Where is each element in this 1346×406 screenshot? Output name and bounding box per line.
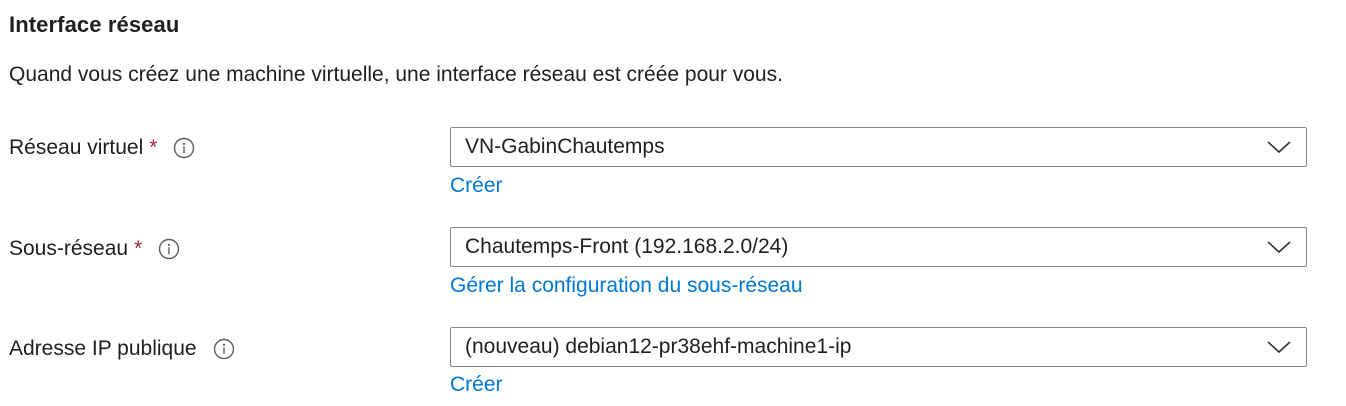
create-virtual-network-link[interactable]: Créer: [450, 174, 503, 198]
subnet-dropdown[interactable]: Chautemps-Front (192.168.2.0/24): [450, 227, 1307, 267]
virtual-network-label-row: Réseau virtuel *: [9, 128, 195, 168]
subnet-label: Sous-réseau: [9, 237, 129, 260]
public-ip-label: Adresse IP publique: [9, 337, 197, 360]
public-ip-dropdown[interactable]: (nouveau) debian12-pr38ehf-machine1-ip: [450, 327, 1307, 367]
chevron-down-icon: [1267, 341, 1291, 354]
subnet-value: Chautemps-Front (192.168.2.0/24): [465, 235, 789, 258]
chevron-down-icon: [1267, 141, 1291, 154]
create-public-ip-link[interactable]: Créer: [450, 373, 503, 397]
public-ip-label-row: Adresse IP publique: [9, 329, 235, 369]
manage-subnet-configuration-link[interactable]: Gérer la configuration du sous-réseau: [450, 274, 803, 298]
subnet-label-row: Sous-réseau *: [9, 229, 180, 269]
info-icon[interactable]: [158, 238, 180, 260]
required-asterisk: *: [149, 136, 158, 159]
public-ip-value: (nouveau) debian12-pr38ehf-machine1-ip: [465, 335, 852, 358]
virtual-network-dropdown[interactable]: VN-GabinChautemps: [450, 127, 1307, 167]
required-asterisk: *: [134, 237, 143, 260]
info-icon[interactable]: [173, 137, 195, 159]
section-title: Interface réseau: [9, 12, 180, 37]
chevron-down-icon: [1267, 241, 1291, 254]
section-description: Quand vous créez une machine virtuelle, …: [9, 63, 783, 86]
network-interface-section: Interface réseau Quand vous créez une ma…: [0, 0, 1346, 406]
virtual-network-label: Réseau virtuel: [9, 136, 144, 159]
virtual-network-value: VN-GabinChautemps: [465, 135, 665, 158]
info-icon[interactable]: [213, 338, 235, 360]
